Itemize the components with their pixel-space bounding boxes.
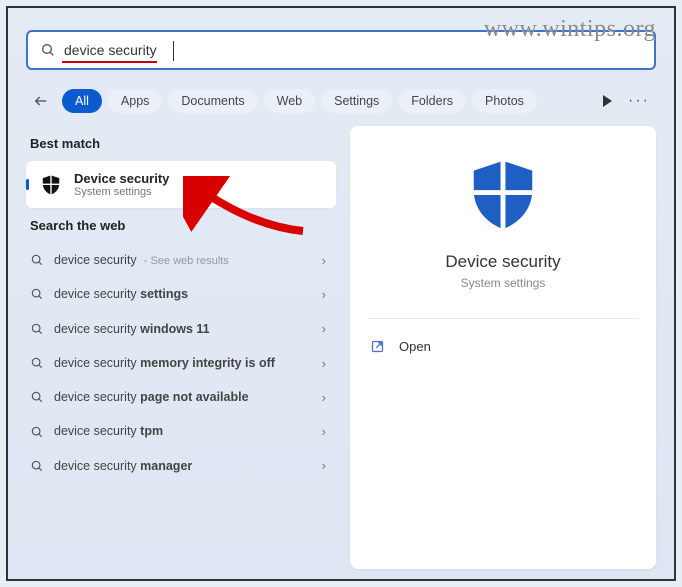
web-result-item[interactable]: device security page not available › [26, 380, 336, 414]
detail-subtitle: System settings [461, 276, 546, 290]
web-result-item[interactable]: device security settings › [26, 277, 336, 311]
search-icon [40, 42, 56, 58]
chevron-right-icon: › [322, 356, 326, 371]
divider [368, 318, 638, 319]
web-result-item[interactable]: device security windows 11 › [26, 312, 336, 346]
search-icon [30, 356, 44, 370]
watermark-text: www.wintips.org [484, 16, 656, 43]
text-cursor [173, 41, 174, 61]
filter-folders[interactable]: Folders [398, 89, 466, 113]
filter-row: All Apps Documents Web Settings Folders … [26, 86, 656, 116]
arrow-left-icon [33, 93, 49, 109]
filter-photos[interactable]: Photos [472, 89, 537, 113]
search-icon [30, 390, 44, 404]
shield-icon [40, 174, 62, 196]
filter-documents[interactable]: Documents [168, 89, 257, 113]
web-result-text: device security - See web results [54, 252, 322, 268]
filter-settings[interactable]: Settings [321, 89, 392, 113]
best-match-header: Best match [30, 136, 336, 151]
open-external-icon [370, 339, 385, 354]
results-column: Best match Device security System settin… [26, 126, 336, 569]
web-result-item[interactable]: device security tpm › [26, 414, 336, 448]
web-result-text: device security windows 11 [54, 321, 322, 337]
web-result-text: device security page not available [54, 389, 322, 405]
search-input[interactable] [64, 42, 642, 58]
chevron-right-icon: › [322, 253, 326, 268]
back-button[interactable] [26, 86, 56, 116]
open-label: Open [399, 339, 431, 354]
search-icon [30, 459, 44, 473]
chevron-right-icon: › [322, 321, 326, 336]
chevron-right-icon: › [322, 424, 326, 439]
search-icon [30, 253, 44, 267]
web-result-item[interactable]: device security manager › [26, 449, 336, 483]
web-result-item[interactable]: device security - See web results › [26, 243, 336, 277]
web-result-item[interactable]: device security memory integrity is off … [26, 346, 336, 380]
chevron-right-icon: › [322, 390, 326, 405]
web-result-text: device security memory integrity is off [54, 355, 322, 371]
search-icon [30, 322, 44, 336]
spellcheck-underline [62, 61, 157, 63]
best-match-title: Device security [74, 171, 169, 186]
filter-all[interactable]: All [62, 89, 102, 113]
chevron-right-icon: › [322, 458, 326, 473]
shield-large-icon [464, 156, 542, 234]
search-web-header: Search the web [30, 218, 336, 233]
search-icon [30, 287, 44, 301]
best-match-item[interactable]: Device security System settings [26, 161, 336, 208]
chevron-right-icon: › [322, 287, 326, 302]
search-icon [30, 425, 44, 439]
play-icon[interactable] [603, 95, 612, 107]
open-action[interactable]: Open [368, 333, 638, 360]
filter-apps[interactable]: Apps [108, 89, 163, 113]
detail-panel: Device security System settings Open [350, 126, 656, 569]
more-options-icon[interactable]: ··· [628, 92, 650, 110]
filter-web[interactable]: Web [264, 89, 315, 113]
web-result-text: device security tpm [54, 423, 322, 439]
detail-title: Device security [445, 252, 560, 272]
web-result-text: device security settings [54, 286, 322, 302]
best-match-subtitle: System settings [74, 186, 169, 198]
web-result-text: device security manager [54, 458, 322, 474]
